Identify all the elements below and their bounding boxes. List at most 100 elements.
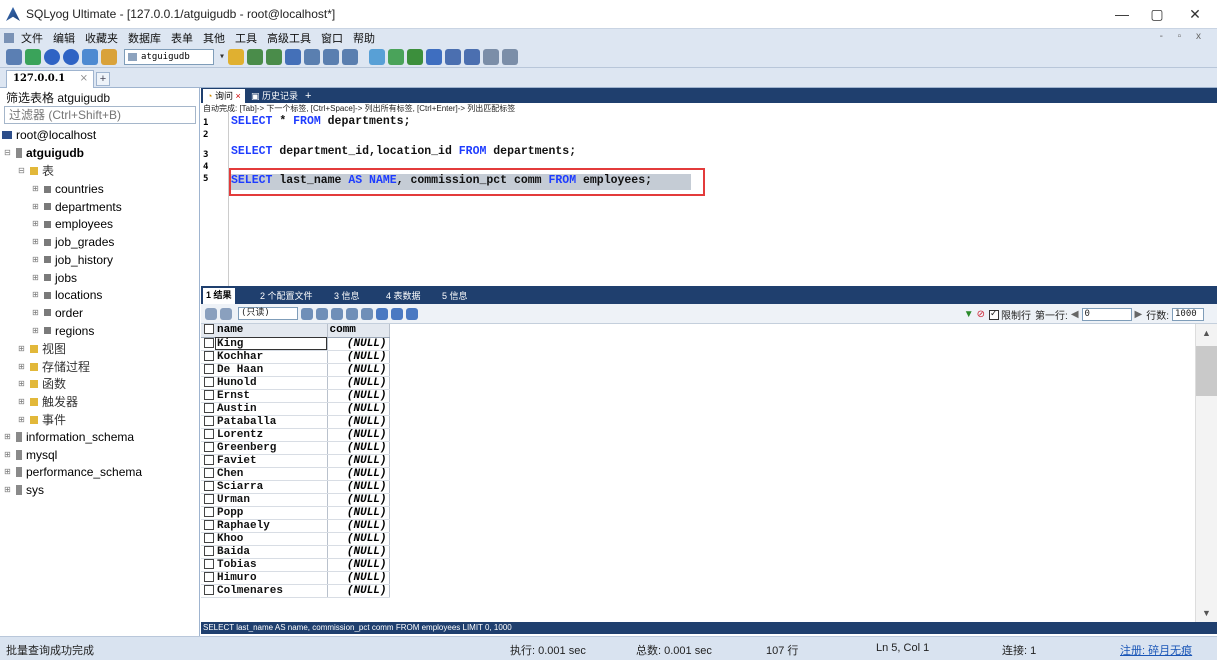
cell-name[interactable]: Faviet (215, 454, 328, 468)
maximize-button[interactable]: ▢ (1142, 4, 1172, 24)
row-select-cell[interactable] (201, 506, 215, 520)
row-checkbox[interactable] (204, 428, 214, 439)
cell-comm[interactable]: (NULL) (327, 350, 390, 364)
add-query-tab-button[interactable]: + (301, 89, 315, 103)
row-checkbox[interactable] (204, 532, 214, 543)
first-row-input[interactable]: 0 (1081, 308, 1132, 321)
tree-table-regions[interactable]: ⊞ regions (32, 322, 94, 340)
expand-icon[interactable]: ⊞ (32, 304, 40, 322)
row-select-cell[interactable] (201, 454, 215, 468)
column-header-comm[interactable]: comm (327, 324, 390, 338)
expand-icon[interactable]: ⊞ (4, 446, 12, 464)
tab-history[interactable]: ▣ 历史记录 (247, 89, 302, 103)
expand-icon[interactable]: ⊞ (32, 198, 40, 216)
cell-comm[interactable]: (NULL) (327, 389, 390, 403)
cell-comm[interactable]: (NULL) (327, 480, 390, 494)
row-select-cell[interactable] (201, 467, 215, 481)
expand-icon[interactable]: ⊞ (32, 286, 40, 304)
expand-icon[interactable]: ⊞ (32, 180, 40, 198)
table-row[interactable]: Colmenares (NULL) (201, 584, 390, 598)
database-select[interactable]: atguigudb (124, 48, 225, 65)
table-row[interactable]: Austin (NULL) (201, 402, 390, 416)
rows-input[interactable]: 1000 (1172, 308, 1204, 321)
delete-icon[interactable] (346, 307, 358, 320)
row-checkbox[interactable] (204, 363, 214, 374)
tree-db-mysql[interactable]: ⊞ mysql (4, 446, 57, 464)
row-checkbox[interactable] (204, 415, 214, 426)
cell-name[interactable]: Popp (215, 506, 328, 520)
menu-help[interactable]: 帮助 (353, 30, 375, 46)
close-button[interactable]: ✕ (1180, 4, 1210, 24)
refresh-icon[interactable] (361, 307, 373, 320)
row-select-cell[interactable] (201, 441, 215, 455)
connect-icon[interactable] (25, 48, 41, 65)
row-select-cell[interactable] (201, 389, 215, 403)
cell-name[interactable]: Lorentz (215, 428, 328, 442)
code-line-1[interactable]: SELECT * FROM departments; (231, 115, 410, 128)
cell-comm[interactable]: (NULL) (327, 558, 390, 572)
select-all-checkbox[interactable] (204, 324, 214, 335)
notification-icon[interactable] (464, 48, 480, 65)
mdi-controls[interactable]: - ▫ x (1160, 31, 1207, 42)
table-row[interactable]: Tobias (NULL) (201, 558, 390, 572)
row-checkbox[interactable] (204, 519, 214, 530)
tree-db-performance-schema[interactable]: ⊞ performance_schema (4, 463, 142, 481)
grid-view-icon[interactable] (376, 307, 388, 320)
table-row[interactable]: Kochhar (NULL) (201, 350, 390, 364)
export-icon[interactable] (205, 307, 217, 320)
row-select-cell[interactable] (201, 584, 215, 598)
cell-name[interactable]: King (215, 337, 328, 351)
grid-layout-icon[interactable] (502, 48, 518, 65)
cell-comm[interactable]: (NULL) (327, 337, 390, 351)
cell-name[interactable]: Sciarra (215, 480, 328, 494)
tree-table-departments[interactable]: ⊞ departments (32, 198, 122, 216)
expand-icon[interactable]: ⊞ (32, 215, 40, 233)
tree-folder[interactable]: ⊞ 存储过程 (18, 358, 90, 376)
tree-db-sys[interactable]: ⊞ sys (4, 481, 44, 499)
tree-db-atguigudb[interactable]: ⊟ atguigudb (4, 144, 84, 162)
row-select-cell[interactable] (201, 350, 215, 364)
form-view-icon[interactable] (391, 307, 403, 320)
query-builder-icon[interactable] (63, 48, 79, 65)
expand-icon[interactable]: ⊞ (18, 411, 26, 429)
register-link[interactable]: 注册: 碎月无痕 (1120, 642, 1192, 658)
cell-name[interactable]: Colmenares (215, 584, 328, 598)
tab-result[interactable]: 1 结果 (203, 288, 235, 304)
row-checkbox[interactable] (204, 584, 214, 595)
row-select-cell[interactable] (201, 532, 215, 546)
table-row[interactable]: Pataballa (NULL) (201, 415, 390, 429)
row-checkbox[interactable] (204, 389, 214, 400)
row-select-cell[interactable] (201, 363, 215, 377)
limit-rows-checkbox[interactable]: ✓ (989, 308, 1000, 320)
menu-favorites[interactable]: 收藏夹 (85, 30, 118, 46)
cell-comm[interactable]: (NULL) (327, 428, 390, 442)
data-sync-icon[interactable] (445, 48, 461, 65)
tree-folder[interactable]: ⊞ 视图 (18, 340, 66, 358)
row-checkbox[interactable] (204, 350, 214, 361)
tab-messages[interactable]: 3 信息 (331, 289, 363, 303)
select-all-cell[interactable] (201, 324, 215, 338)
tab-info[interactable]: 5 信息 (439, 289, 471, 303)
table-row[interactable]: Sciarra (NULL) (201, 480, 390, 494)
tree-table-job-grades[interactable]: ⊞ job_grades (32, 233, 114, 251)
row-checkbox[interactable] (204, 441, 214, 452)
row-select-cell[interactable] (201, 571, 215, 585)
insert-row-icon[interactable] (301, 307, 313, 320)
row-checkbox[interactable] (204, 402, 214, 413)
table-row[interactable]: Ernst (NULL) (201, 389, 390, 403)
execute-icon[interactable] (228, 48, 244, 65)
add-connection-button[interactable]: + (96, 72, 110, 86)
table-row[interactable]: De Haan (NULL) (201, 363, 390, 377)
cell-comm[interactable]: (NULL) (327, 493, 390, 507)
menu-edit[interactable]: 编辑 (53, 30, 75, 46)
row-checkbox[interactable] (204, 376, 214, 387)
scroll-down-icon[interactable]: ▼ (1202, 608, 1211, 618)
scroll-thumb[interactable] (1196, 346, 1217, 396)
cell-name[interactable]: Hunold (215, 376, 328, 390)
collapse-icon[interactable]: ⊟ (18, 162, 26, 180)
cell-comm[interactable]: (NULL) (327, 363, 390, 377)
tab-query[interactable]: ◔ 询问 × (203, 89, 245, 103)
duplicate-row-icon[interactable] (316, 307, 328, 320)
cell-name[interactable]: Austin (215, 402, 328, 416)
row-select-cell[interactable] (201, 376, 215, 390)
